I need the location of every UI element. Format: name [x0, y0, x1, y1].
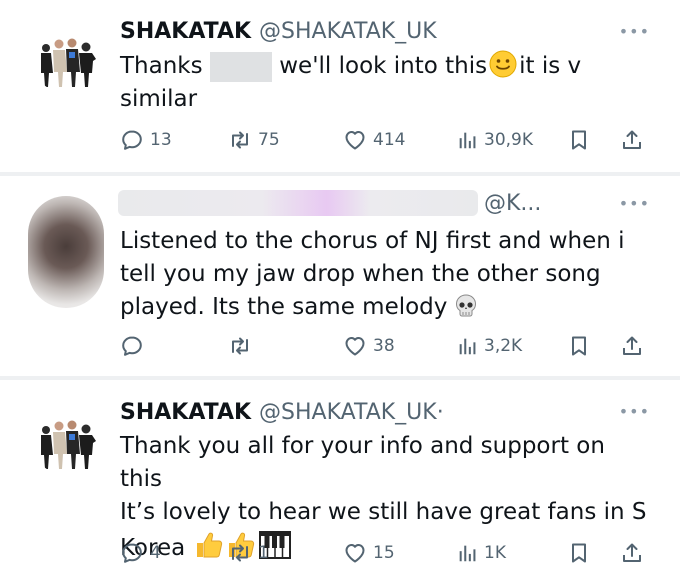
bookmark-icon — [567, 128, 591, 152]
blurred-display-name — [118, 190, 478, 216]
views-bar-chart-icon — [456, 541, 478, 565]
avatar[interactable] — [32, 22, 104, 94]
reply-button[interactable]: 4 — [120, 541, 161, 565]
display-name[interactable]: SHAKATAK — [120, 400, 251, 425]
tweet-3[interactable]: SHAKATAK @SHAKATAK_UK· ••• Thank you all… — [0, 380, 680, 588]
bookmark-button[interactable] — [567, 334, 591, 358]
tweet-text: Listened to the chorus of NJ first and w… — [120, 225, 650, 324]
band-photo-icon — [32, 404, 104, 476]
more-dots-icon[interactable]: ••• — [619, 402, 650, 421]
tweet-text-line: It’s lovely to hear we still have great … — [120, 499, 647, 525]
heart-icon — [343, 541, 367, 565]
like-count: 15 — [373, 543, 395, 563]
tweet-1[interactable]: SHAKATAK @SHAKATAK_UK ••• Thanks we'll l… — [0, 0, 680, 172]
bookmark-icon — [567, 334, 591, 358]
redacted-block — [209, 51, 272, 82]
reply-button[interactable] — [120, 334, 150, 358]
share-button[interactable] — [620, 541, 644, 565]
avatar[interactable] — [32, 404, 104, 476]
retweet-icon — [228, 541, 252, 565]
blurred-avatar[interactable] — [28, 196, 104, 308]
heart-icon — [343, 128, 367, 152]
reply-button[interactable]: 13 — [120, 128, 172, 152]
reply-bubble-icon — [120, 541, 144, 565]
tweet-2[interactable]: @K... ••• Listened to the chorus of NJ f… — [0, 176, 680, 376]
retweet-button[interactable]: 75 — [228, 128, 280, 152]
views-button[interactable]: 30,9K — [456, 128, 533, 152]
tweet-text-line: similar — [120, 86, 198, 112]
action-bar: 4 1 15 1K — [120, 538, 660, 568]
more-dots-icon[interactable]: ••• — [619, 194, 650, 213]
reply-count: 4 — [150, 543, 161, 563]
user-handle[interactable]: @SHAKATAK_UK· — [259, 400, 444, 425]
user-handle[interactable]: @SHAKATAK_UK — [259, 19, 437, 44]
tweet-text-line: Listened to the chorus of NJ first and w… — [120, 228, 625, 254]
like-count: 38 — [373, 336, 395, 356]
reply-count: 13 — [150, 130, 172, 150]
share-upload-icon — [620, 128, 644, 152]
tweet-header: SHAKATAK @SHAKATAK_UK — [120, 14, 437, 48]
reply-bubble-icon — [120, 334, 144, 358]
views-button[interactable]: 1K — [456, 541, 506, 565]
action-bar: 38 3,2K — [120, 331, 660, 361]
views-bar-chart-icon — [456, 334, 478, 358]
tweet-text-part: Thanks — [120, 53, 203, 79]
skull-icon — [456, 294, 477, 317]
retweet-button[interactable]: 1 — [228, 541, 269, 565]
tweet-text-part: we'll look into this — [279, 53, 488, 79]
view-count: 1K — [484, 543, 506, 563]
tweet-header: @K... — [484, 186, 541, 220]
reply-bubble-icon — [120, 128, 144, 152]
tweet-text-line: played. Its the same melody — [120, 294, 448, 320]
tweet-text-line: Thank you all for your info and support … — [120, 433, 605, 492]
share-button[interactable] — [620, 334, 644, 358]
view-count: 3,2K — [484, 336, 523, 356]
band-photo-icon — [32, 22, 104, 94]
tweet-text: Thanks we'll look into this it is v simil… — [120, 50, 650, 116]
retweet-count: 1 — [258, 543, 269, 563]
user-handle[interactable]: @K... — [484, 191, 541, 216]
retweet-icon — [228, 334, 252, 358]
more-dots-icon[interactable]: ••• — [619, 22, 650, 41]
retweet-button[interactable] — [228, 334, 258, 358]
tweet-header: SHAKATAK @SHAKATAK_UK· — [120, 395, 444, 429]
like-button[interactable]: 414 — [343, 128, 405, 152]
retweet-icon — [228, 128, 252, 152]
like-button[interactable]: 15 — [343, 541, 395, 565]
bookmark-button[interactable] — [567, 128, 591, 152]
bookmark-button[interactable] — [567, 541, 591, 565]
share-upload-icon — [620, 334, 644, 358]
view-count: 30,9K — [484, 130, 533, 150]
retweet-count: 75 — [258, 130, 280, 150]
like-count: 414 — [373, 130, 406, 150]
views-bar-chart-icon — [456, 128, 478, 152]
share-button[interactable] — [620, 128, 644, 152]
views-button[interactable]: 3,2K — [456, 334, 522, 358]
share-upload-icon — [620, 541, 644, 565]
like-button[interactable]: 38 — [343, 334, 395, 358]
tweet-text-part: it is v — [519, 53, 582, 79]
bookmark-icon — [567, 541, 591, 565]
smiling-face-icon — [489, 50, 517, 78]
display-name[interactable]: SHAKATAK — [120, 19, 251, 44]
heart-icon — [343, 334, 367, 358]
tweet-text-line: tell you my jaw drop when the other song — [120, 261, 601, 287]
action-bar: 13 75 414 30,9K — [120, 125, 660, 155]
